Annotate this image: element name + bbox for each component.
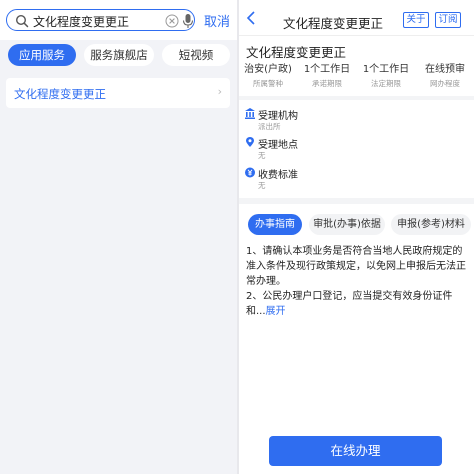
tab-app-services[interactable]: 应用服务 [8,44,76,66]
guide-line: 1、请确认本项业务是否符合当地人民政府规定的准入条件及现行政策规定，以免网上申报… [246,246,466,287]
expand-link[interactable]: 展开 [266,306,286,317]
info-value: 派出所 [258,122,281,131]
clear-icon[interactable] [165,14,179,28]
info-label: 收费标准 [258,170,298,181]
microphone-icon[interactable] [182,13,194,29]
meta-legal-period: 1个工作日 法定期限 [357,64,415,90]
online-apply-button[interactable]: 在线办理 [269,436,442,466]
page-title: 文化程度变更更正 [283,16,384,31]
guide-line: 2、公民办理户口登记，应当提交有效身份证件和...展开 [246,289,468,319]
meta-key: 承诺期限 [312,79,342,88]
divider [239,96,474,100]
cancel-button[interactable]: 取消 [204,11,230,30]
search-panel: 取消 应用服务 服务旗舰店 短视频 文化程度变更更正 › [0,0,238,474]
subscribe-button[interactable]: 订阅 [435,12,461,28]
tab-short-video[interactable]: 短视频 [162,44,230,66]
tab-application-materials[interactable]: 申报(参考)材料 [391,214,471,235]
meta-value: 治安(户政) [244,64,292,75]
meta-police-type: 治安(户政) 所属警种 [239,64,297,90]
result-label: 文化程度变更更正 [14,87,106,101]
search-bar: 取消 [0,0,238,40]
meta-value: 在线预审 [425,64,465,75]
guide-text: 1、请确认本项业务是否符合当地人民政府规定的准入条件及现行政策规定，以免网上申报… [246,244,468,319]
meta-key: 网办程度 [430,79,460,88]
info-fee: 收费标准 无 [245,166,465,192]
meta-value: 1个工作日 [362,64,410,75]
info-value: 无 [258,181,266,190]
divider [239,198,474,204]
info-label: 受理地点 [258,140,298,151]
location-pin-icon [246,137,254,147]
tab-flagship-store[interactable]: 服务旗舰店 [84,44,154,66]
search-box[interactable] [6,9,195,31]
nav-bar: 文化程度变更更正 关于 订阅 [239,0,474,36]
meta-key: 法定期限 [371,79,401,88]
meta-row: 治安(户政) 所属警种 1个工作日 承诺期限 1个工作日 法定期限 在线预审 网… [239,64,474,92]
info-location: 受理地点 无 [245,136,465,162]
tab-approval-basis[interactable]: 审批(办事)依据 [309,214,385,235]
category-tabs: 应用服务 服务旗舰店 短视频 [0,44,238,68]
meta-key: 所属警种 [253,79,283,88]
yen-icon [245,167,255,178]
meta-online-level: 在线预审 网办程度 [416,64,474,90]
item-title: 文化程度变更更正 [246,45,347,60]
search-input[interactable] [33,12,153,30]
meta-promised-period: 1个工作日 承诺期限 [298,64,356,90]
info-label: 受理机构 [258,111,298,122]
search-icon [15,14,29,28]
chevron-right-icon: › [217,85,222,98]
meta-value: 1个工作日 [303,64,351,75]
list-item[interactable]: 文化程度变更更正 › [6,78,230,108]
document-tabs: 办事指南 审批(办事)依据 申报(参考)材料 [239,214,474,236]
tab-guide[interactable]: 办事指南 [248,214,302,235]
detail-panel: 文化程度变更更正 关于 订阅 文化程度变更更正 治安(户政) 所属警种 1个工作… [239,0,474,474]
info-value: 无 [258,151,266,160]
back-icon[interactable] [245,10,259,26]
info-agency: 受理机构 派出所 [245,107,465,133]
building-icon [245,108,255,119]
about-button[interactable]: 关于 [403,12,429,28]
